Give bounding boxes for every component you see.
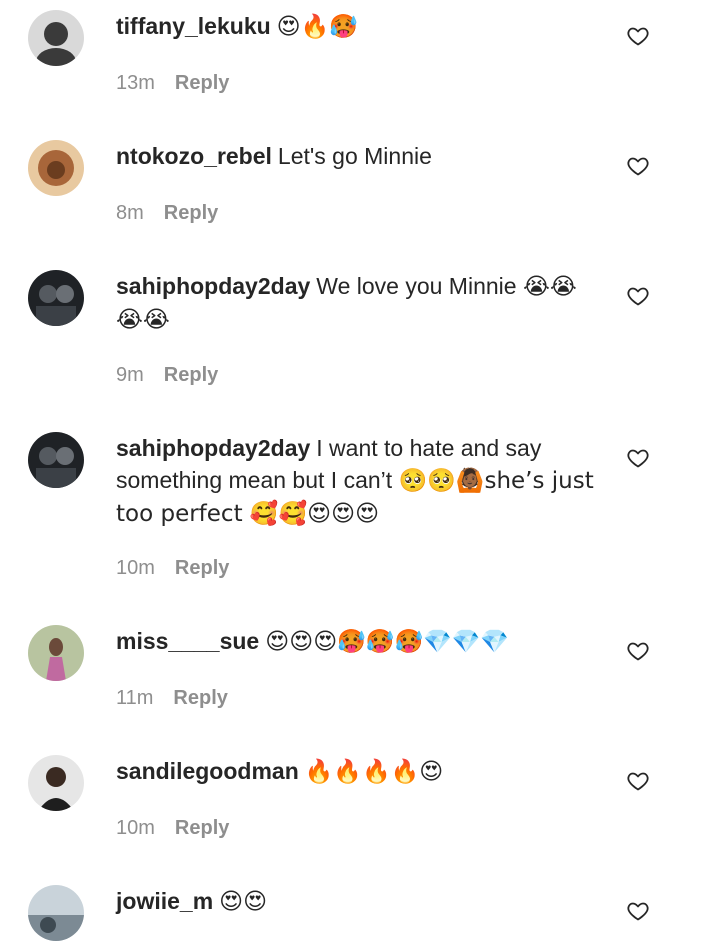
username[interactable]: miss____sue bbox=[116, 628, 259, 654]
reply-button[interactable]: Reply bbox=[164, 202, 218, 224]
timestamp: 11m bbox=[116, 687, 154, 709]
avatar[interactable] bbox=[28, 755, 84, 811]
comment-text: sahiphopday2day I want to hate and say so… bbox=[116, 432, 606, 530]
avatar[interactable] bbox=[28, 10, 84, 66]
comment-text: tiffany_lekuku 😍🔥🥵 bbox=[116, 10, 606, 43]
comment-meta: 13m Reply bbox=[116, 72, 229, 95]
username[interactable]: sahiphopday2day bbox=[116, 273, 310, 299]
username[interactable]: sandilegoodman bbox=[116, 758, 299, 784]
comment-text: sandilegoodman 🔥🔥🔥🔥😍 bbox=[116, 755, 606, 788]
comment-emoji: 😍🔥🥵 bbox=[276, 14, 358, 40]
heart-icon[interactable] bbox=[626, 899, 650, 923]
comment-text: sahiphopday2day We love you Minnie 😭😭 😭😭 bbox=[116, 270, 606, 336]
avatar[interactable] bbox=[28, 270, 84, 326]
reply-button[interactable]: Reply bbox=[164, 364, 218, 386]
reply-button[interactable]: Reply bbox=[175, 557, 229, 579]
avatar[interactable] bbox=[28, 432, 84, 488]
heart-icon[interactable] bbox=[626, 769, 650, 793]
heart-icon[interactable] bbox=[626, 154, 650, 178]
comment-emoji: 😍😍 bbox=[219, 889, 268, 915]
comment-meta: 8m Reply bbox=[116, 202, 218, 225]
comment-text: jowiie_m 😍😍 bbox=[116, 885, 606, 918]
reply-button[interactable]: Reply bbox=[175, 72, 229, 94]
comment-meta: 9m Reply bbox=[116, 364, 218, 387]
username[interactable]: tiffany_lekuku bbox=[116, 13, 271, 39]
timestamp: 10m bbox=[116, 557, 155, 579]
comment-emoji: 🔥🔥🔥🔥😍 bbox=[304, 759, 444, 785]
heart-icon[interactable] bbox=[626, 284, 650, 308]
comment-meta: 10m Reply bbox=[116, 557, 229, 580]
reply-button[interactable]: Reply bbox=[173, 687, 227, 709]
comment-meta: 11m Reply bbox=[116, 687, 228, 710]
heart-icon[interactable] bbox=[626, 446, 650, 470]
comment-text: ntokozo_rebel Let's go Minnie bbox=[116, 140, 606, 172]
timestamp: 9m bbox=[116, 364, 144, 386]
comment-text: miss____sue 😍😍😍🥵🥵🥵💎💎💎 bbox=[116, 625, 606, 658]
avatar[interactable] bbox=[28, 625, 84, 681]
comment-emoji: 😍😍😍🥵🥵🥵💎💎💎 bbox=[265, 629, 509, 655]
heart-icon[interactable] bbox=[626, 639, 650, 663]
comment-body: We love you Minnie bbox=[316, 273, 517, 299]
comment-body: Let's go Minnie bbox=[277, 143, 432, 169]
timestamp: 13m bbox=[116, 72, 155, 94]
username[interactable]: sahiphopday2day bbox=[116, 435, 310, 461]
timestamp: 8m bbox=[116, 202, 144, 224]
timestamp: 10m bbox=[116, 817, 155, 839]
username[interactable]: ntokozo_rebel bbox=[116, 143, 272, 169]
heart-icon[interactable] bbox=[626, 24, 650, 48]
avatar[interactable] bbox=[28, 885, 84, 941]
username[interactable]: jowiie_m bbox=[116, 888, 213, 914]
avatar[interactable] bbox=[28, 140, 84, 196]
reply-button[interactable]: Reply bbox=[175, 817, 229, 839]
comment-meta: 10m Reply bbox=[116, 817, 229, 840]
